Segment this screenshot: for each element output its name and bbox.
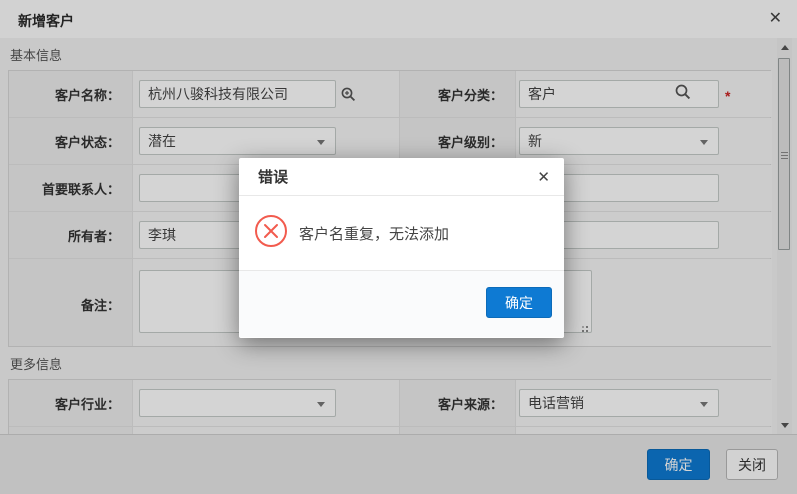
add-customer-dialog: 新增客户 ✕ 基本信息 客户名称： 客户分类：	[0, 0, 797, 494]
error-modal-footer: 确定	[239, 270, 564, 337]
error-message: 客户名重复，无法添加	[299, 223, 449, 244]
error-confirm-button[interactable]: 确定	[486, 287, 552, 318]
error-modal-header: 错误 ✕	[239, 158, 564, 196]
error-modal-close-icon[interactable]: ✕	[537, 168, 550, 186]
error-modal-body: 客户名重复，无法添加	[239, 196, 564, 270]
error-icon	[254, 214, 288, 253]
error-modal-title: 错误	[258, 166, 288, 187]
error-modal: 错误 ✕ 客户名重复，无法添加 确定	[239, 158, 564, 338]
